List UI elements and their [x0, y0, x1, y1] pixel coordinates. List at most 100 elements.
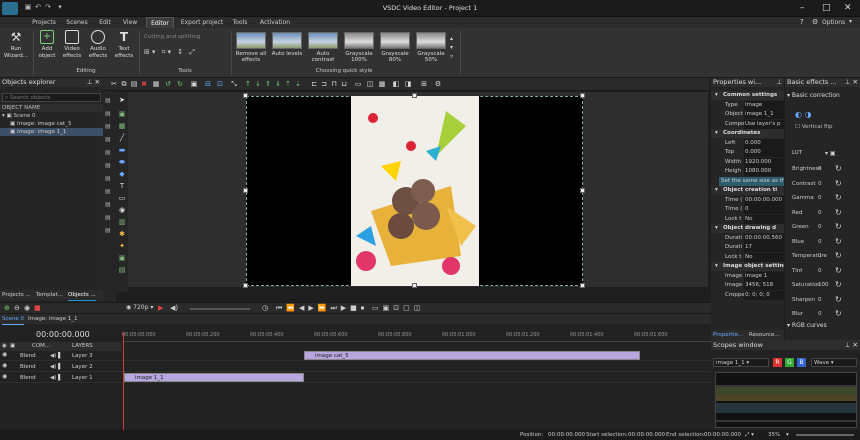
order-icon[interactable]: ◧: [392, 80, 400, 88]
param-row[interactable]: Green 0 ↻: [785, 220, 860, 234]
param-value[interactable]: 100: [818, 278, 829, 292]
param-value[interactable]: 0: [818, 162, 822, 176]
section-toggle-icon[interactable]: ▾: [715, 91, 718, 100]
tab-editor[interactable]: Editor: [146, 17, 174, 28]
reset-icon[interactable]: ↻: [835, 278, 842, 292]
param-row[interactable]: Tint 0 ↻: [785, 264, 860, 278]
close-icon[interactable]: ⊥ ✕: [845, 340, 858, 350]
tab-object[interactable]: Image: image 1_1: [28, 314, 77, 324]
reset-icon[interactable]: ↻: [835, 307, 842, 321]
property-section[interactable]: ▾ Object creation ti: [711, 186, 784, 195]
zoom-fit-icon[interactable]: ⤢ ▾: [745, 430, 754, 440]
layers-icon[interactable]: ▩: [378, 80, 386, 88]
property-section[interactable]: ▾ Common settings: [711, 91, 784, 100]
rgb-curves-section[interactable]: ▾ RGB curves: [787, 322, 827, 329]
snap-icon[interactable]: ⊞: [420, 80, 428, 88]
same-size-button[interactable]: Set the same size as th...: [719, 176, 784, 186]
tab-scene[interactable]: Scene 0: [2, 314, 25, 325]
add-object-button[interactable]: + Add object: [36, 30, 58, 68]
distribute-icon[interactable]: ▭: [354, 80, 362, 88]
subtitle-tool-icon[interactable]: ▭: [118, 194, 126, 202]
section-toggle-icon[interactable]: ▾: [715, 262, 718, 271]
property-row[interactable]: Lock t No: [711, 252, 784, 262]
property-value[interactable]: Use layer's p: [744, 119, 784, 129]
tab-scenes[interactable]: Scenes: [64, 17, 90, 28]
property-value[interactable]: 00:00:00.000: [744, 195, 784, 205]
property-section[interactable]: ▾ Coordinates: [711, 129, 784, 138]
align-icon[interactable]: ⊟: [204, 80, 212, 88]
param-value[interactable]: 0: [818, 293, 822, 307]
property-value[interactable]: 17: [744, 243, 784, 252]
play-preview-icon[interactable]: ▶: [158, 304, 163, 312]
section-toggle-icon[interactable]: ▾: [715, 186, 718, 195]
reset-icon[interactable]: ↻: [835, 249, 842, 263]
reset-icon[interactable]: ↻: [835, 264, 842, 278]
param-row[interactable]: Red 0 ↻: [785, 206, 860, 220]
paste-icon[interactable]: ▤: [130, 80, 138, 88]
scope-mode-select[interactable]: Wave ▾: [811, 358, 857, 367]
group-icon[interactable]: ◫: [366, 80, 374, 88]
effects-scroll[interactable]: ▴ ▾ ▿: [450, 34, 453, 61]
resize-handle[interactable]: [580, 93, 585, 98]
pin-icon[interactable]: ⊥: [776, 78, 782, 87]
resize-icon[interactable]: ⤡: [230, 80, 238, 88]
property-value[interactable]: 0.000: [744, 138, 784, 148]
property-row[interactable]: Left 0.000: [711, 138, 784, 148]
param-value[interactable]: 0: [818, 307, 822, 321]
track-row[interactable]: ◉ Blend ◀) ▌ Layer 3 image cat_5: [0, 351, 711, 361]
sprite-tool-icon[interactable]: ✦: [118, 242, 126, 250]
arrow-top-icon[interactable]: ⇑: [264, 80, 272, 88]
property-value[interactable]: No: [744, 252, 784, 262]
property-row[interactable]: Heigh 1080.000: [711, 167, 784, 176]
red-channel-toggle[interactable]: R: [773, 358, 782, 367]
param-row[interactable]: Blue 0 ↻: [785, 235, 860, 249]
blue-channel-toggle[interactable]: B: [797, 358, 806, 367]
effect-grayscale-50[interactable]: Grayscale 50%: [414, 32, 448, 66]
align-left-icon[interactable]: ⊏: [310, 80, 318, 88]
arrow-down-icon[interactable]: ↓: [254, 80, 262, 88]
text-tool-icon[interactable]: T: [118, 182, 126, 190]
property-section[interactable]: ▾ Object drawing d: [711, 224, 784, 233]
tab-export-project[interactable]: Export project: [180, 17, 224, 28]
rectangle-tool-icon[interactable]: ▬: [118, 146, 126, 154]
video-tool-icon[interactable]: ▣: [118, 110, 126, 118]
gear-icon[interactable]: ⚙: [812, 18, 818, 26]
tab-properties[interactable]: Propertie...: [713, 330, 743, 340]
green-channel-toggle[interactable]: G: [785, 358, 794, 367]
delete-icon[interactable]: ✖: [140, 80, 148, 88]
run-wizard-button[interactable]: ⚒ Run Wizard...: [3, 30, 29, 68]
tab-objects[interactable]: Objects ...: [68, 290, 96, 301]
volume-slider[interactable]: [190, 308, 250, 310]
quality-dropdown[interactable]: ◉ 720p ▾: [126, 304, 153, 311]
blend-mode[interactable]: Blend: [20, 362, 36, 372]
settings-icon[interactable]: ⚙: [434, 80, 442, 88]
tab-activation[interactable]: Activation: [258, 17, 292, 28]
audio-effects-button[interactable]: Audio effects: [86, 30, 110, 68]
property-value[interactable]: Image: [744, 100, 784, 110]
balloon-tool-icon[interactable]: ◉: [118, 206, 126, 214]
visibility-icon[interactable]: ◉: [2, 342, 7, 351]
volume-icon[interactable]: ◀): [170, 304, 178, 312]
reset-icon[interactable]: ↻: [835, 220, 842, 234]
resize-handle[interactable]: [580, 188, 585, 193]
property-value[interactable]: 0.000: [744, 148, 784, 157]
tree-item-image-cat[interactable]: ▣ Image: image cat_5: [0, 120, 103, 128]
reset-icon[interactable]: ↻: [835, 235, 842, 249]
section-toggle-icon[interactable]: ▾: [715, 129, 718, 138]
tab-resources[interactable]: Resource...: [749, 330, 779, 340]
param-row[interactable]: Contrast 0 ↻: [785, 177, 860, 191]
stop-icon[interactable]: ■: [34, 304, 41, 312]
cut-icon[interactable]: ✂: [110, 80, 118, 88]
param-row[interactable]: Sharpen 0 ↻: [785, 293, 860, 307]
move-down-icon[interactable]: ⇣: [294, 80, 302, 88]
scope-source-select[interactable]: image 1_1 ▾: [713, 358, 769, 367]
property-value[interactable]: No: [744, 214, 784, 224]
property-row[interactable]: Time (00:00:00.000: [711, 195, 784, 205]
resize-handle[interactable]: [243, 93, 248, 98]
layout-icons[interactable]: ▤ ▤ ▤ ▤ ▤ ▤ ▤ ▤ ▤ ▤ ▤: [105, 94, 111, 237]
maximize-icon[interactable]: □: [822, 3, 831, 13]
param-value[interactable]: 0: [818, 177, 822, 191]
timeline-clip[interactable]: image 1_1: [124, 373, 304, 382]
order-2-icon[interactable]: ◨: [404, 80, 412, 88]
remove-icon[interactable]: ⊖: [14, 304, 20, 312]
